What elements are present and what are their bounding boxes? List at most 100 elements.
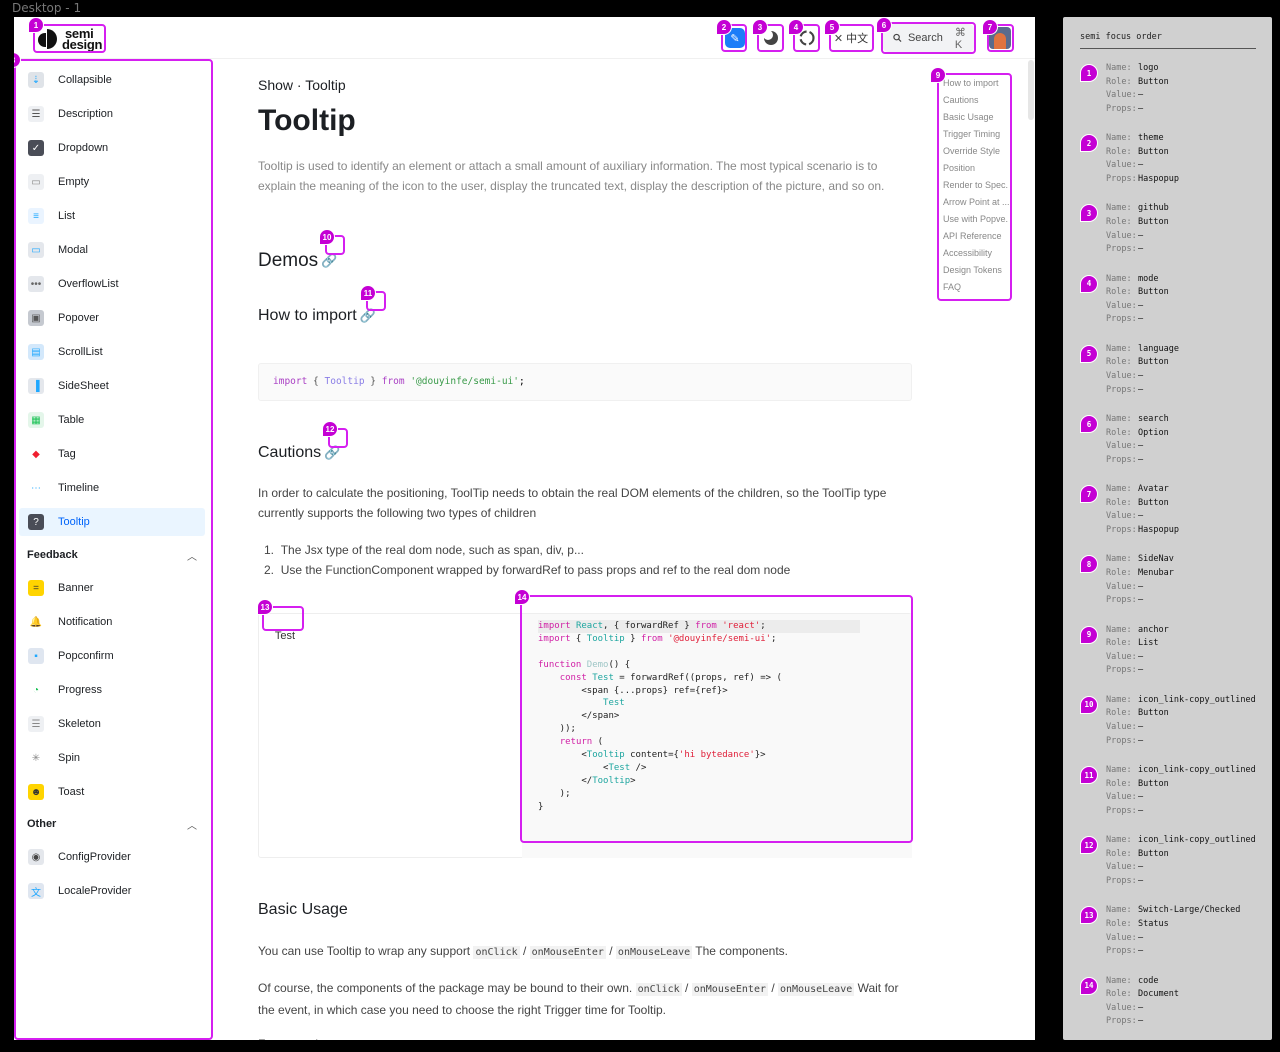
- focus-entry-value: Value:–: [1106, 581, 1143, 594]
- focus-badge-9: 9: [930, 67, 946, 83]
- field-key: Role:: [1106, 146, 1132, 157]
- link-copy-icon[interactable]: 🔗: [359, 307, 377, 325]
- focus-order-number: 13: [1080, 906, 1098, 925]
- anchor-item[interactable]: Design Tokens: [937, 262, 1011, 279]
- field-value: Button: [1138, 216, 1169, 227]
- sidebar-item-progress[interactable]: ◔ Progress: [19, 676, 205, 704]
- sidebar-item-tag[interactable]: ◆ Tag: [19, 440, 205, 468]
- sidebar-item-empty[interactable]: ▭ Empty: [19, 168, 205, 196]
- anchor-item[interactable]: API Reference: [937, 228, 1011, 245]
- semi-logo-icon: [38, 28, 58, 49]
- slash: /: [519, 944, 530, 958]
- anchor-item[interactable]: Override Style: [937, 143, 1011, 160]
- field-key: Name:: [1106, 63, 1132, 73]
- sidebar-item-notification[interactable]: 🔔 Notification: [19, 608, 205, 636]
- field-value: Button: [1138, 497, 1169, 508]
- field-value: –: [1138, 160, 1144, 171]
- code-keyword: import: [273, 376, 308, 387]
- focus-entry-name: Name: github: [1106, 202, 1169, 215]
- sidebar-item-configprovider[interactable]: ◉ ConfigProvider: [19, 843, 205, 871]
- field-key: Role:: [1106, 918, 1132, 929]
- sidebar-item-label: Popover: [58, 312, 99, 324]
- focus-order-number: 14: [1080, 976, 1098, 995]
- anchor-item[interactable]: Use with Popve.: [937, 211, 1011, 228]
- anchor-item[interactable]: Trigger Timing: [937, 126, 1011, 143]
- field-value: Button: [1138, 146, 1169, 157]
- anchor-item[interactable]: How to import: [937, 75, 1011, 92]
- focus-order-number: 5: [1080, 344, 1098, 363]
- anchor-item[interactable]: Arrow Point at ...: [937, 194, 1011, 211]
- search-button[interactable]: Search ⌘ K: [883, 24, 974, 52]
- sidebar-item-label: Skeleton: [58, 718, 101, 730]
- sidebar-item-label: Modal: [58, 244, 88, 256]
- focus-order-number: 4: [1080, 274, 1098, 293]
- link-copy-icon[interactable]: 🔗: [323, 444, 341, 462]
- field-key: Name:: [1106, 975, 1132, 986]
- link-copy-icon[interactable]: 🔗: [320, 252, 338, 270]
- field-key: Role:: [1106, 427, 1132, 438]
- sidebar-item-banner[interactable]: = Banner: [19, 574, 205, 602]
- sidebar-item-table[interactable]: ▦ Table: [19, 406, 205, 434]
- focus-order-number: 6: [1080, 415, 1098, 433]
- field-key: Props:: [1106, 595, 1137, 606]
- sidebar-item-skeleton[interactable]: ☰ Skeleton: [19, 710, 205, 738]
- anchor-list: How to import Cautions Basic Usage Trigger …: [937, 75, 1011, 296]
- sidebar-item-label: Timeline: [58, 482, 100, 494]
- field-key: Role:: [1106, 287, 1132, 298]
- anchor-item[interactable]: Render to Spec.: [937, 177, 1011, 194]
- field-value: –: [1138, 721, 1144, 732]
- field-key: Role:: [1106, 989, 1132, 1000]
- sidebar-item-tooltip[interactable]: ? Tooltip: [19, 508, 205, 536]
- for-example-text: For example:: [258, 1034, 908, 1040]
- page-scrollbar[interactable]: [1028, 60, 1034, 120]
- sidebar-item-modal[interactable]: ▭ Modal: [19, 236, 205, 264]
- sidebar-item-dropdown[interactable]: ✓ Dropdown: [19, 134, 205, 162]
- list-item-text: Use the FunctionComponent wrapped by for…: [280, 563, 791, 577]
- field-key: Role:: [1106, 708, 1132, 719]
- field-key: Props:: [1106, 244, 1137, 255]
- sidebar-item-localeprovider[interactable]: 文 LocaleProvider: [19, 877, 205, 905]
- field-value: icon_link-copy_outlined: [1138, 694, 1256, 705]
- sidebar-item-sidesheet[interactable]: ▐ SideSheet: [19, 372, 205, 400]
- sidebar-item-popconfirm[interactable]: ▪ Popconfirm: [19, 642, 205, 670]
- cautions-text: In order to calculate the positioning, T…: [258, 486, 887, 520]
- focus-entry-props: Props:–: [1106, 594, 1143, 607]
- sidebar-item-scrolllist[interactable]: ▤ ScrollList: [19, 338, 205, 366]
- sidebar-item-spin[interactable]: ✳ Spin: [19, 744, 205, 772]
- field-value: –: [1138, 792, 1144, 803]
- sidebar-item-collapsible[interactable]: ⇣ Collapsible: [19, 66, 205, 94]
- sidebar-item-popover[interactable]: ▣ Popover: [19, 304, 205, 332]
- nav-group-feedback[interactable]: Feedback ︿: [27, 545, 197, 565]
- focus-entry-name: Name: mode: [1106, 273, 1158, 286]
- focus-badge-6: 6: [876, 17, 892, 33]
- sidebar-item-description[interactable]: ☰ Description: [19, 100, 205, 128]
- sidebar-item-toast[interactable]: ☻ Toast: [19, 778, 205, 806]
- anchor-item[interactable]: FAQ: [937, 279, 1011, 296]
- how-to-import-text: How to import: [258, 307, 357, 324]
- anchor-item[interactable]: Cautions: [937, 92, 1011, 109]
- anchor-item[interactable]: Accessibility: [937, 245, 1011, 262]
- code-punct: {: [307, 376, 325, 387]
- logo-button[interactable]: semi design: [35, 25, 106, 52]
- focus-badge-2: 2: [716, 19, 732, 35]
- field-key: Props:: [1106, 524, 1137, 535]
- sidebar-item-timeline[interactable]: ⋯ Timeline: [19, 474, 205, 502]
- sidebar-item-label: Dropdown: [58, 142, 109, 154]
- focus-entry-props: Props:–: [1106, 103, 1143, 116]
- field-key: Value:: [1106, 792, 1137, 803]
- focus-entry-props: Props:–: [1106, 243, 1143, 256]
- focus-order-number: 12: [1080, 836, 1098, 855]
- anchor-item[interactable]: Basic Usage: [937, 109, 1011, 126]
- slash: /: [767, 981, 778, 995]
- field-key: Role:: [1106, 357, 1132, 368]
- demo-test-trigger[interactable]: Test: [265, 624, 305, 648]
- sidebar-item-overflowlist[interactable]: ••• OverflowList: [19, 270, 205, 298]
- localeprovider-icon: 文: [28, 883, 44, 899]
- sidebar-item-label: List: [58, 210, 76, 222]
- anchor-item[interactable]: Position: [937, 160, 1011, 177]
- nav-group-other[interactable]: Other ︿: [27, 814, 197, 834]
- focus-entry-value: Value:–: [1106, 932, 1143, 945]
- sidebar-item-list[interactable]: ≡ List: [19, 202, 205, 230]
- description-icon: ☰: [28, 106, 44, 122]
- field-value: –: [1138, 1002, 1144, 1013]
